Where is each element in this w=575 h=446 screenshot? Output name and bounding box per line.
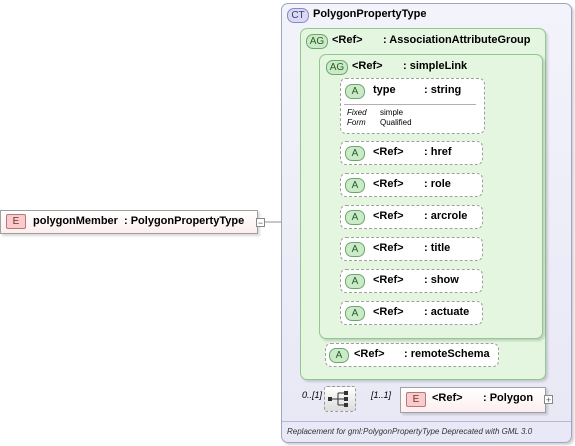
fixed-label: Fixed: [347, 108, 367, 117]
attribute-actuate-badge: A: [345, 306, 365, 321]
complex-type-name: PolygonPropertyType: [313, 8, 427, 20]
attribute-show-name: : show: [424, 274, 459, 286]
type-attribute-type: : string: [424, 84, 462, 96]
simple-link-badge: AG: [326, 60, 348, 75]
sequence-compositor[interactable]: [324, 386, 356, 412]
polygon-badge: E: [406, 392, 426, 407]
attribute-href-ref: <Ref>: [373, 146, 404, 158]
simple-link-ref: <Ref>: [352, 60, 383, 72]
footer-note: Replacement for gml:PolygonPropertyType …: [287, 427, 533, 436]
footer-divider: [282, 421, 571, 422]
attribute-title-badge: A: [345, 242, 365, 257]
remote-schema-ref: <Ref>: [354, 348, 385, 360]
attribute-href-name: : href: [424, 146, 452, 158]
polygon-cardinality: [1..1]: [371, 390, 392, 400]
polygon-expand-icon[interactable]: +: [544, 395, 553, 405]
attribute-role-ref: <Ref>: [373, 178, 404, 190]
complex-type-badge: CT: [287, 8, 309, 23]
attribute-role-badge: A: [345, 178, 365, 193]
attribute-show-ref: <Ref>: [373, 274, 404, 286]
polygon-ref: <Ref>: [432, 392, 463, 404]
association-group-name: : AssociationAttributeGroup: [383, 34, 531, 46]
form-value: Qualified: [380, 118, 412, 127]
attribute-arcrole-name: : arcrole: [424, 210, 468, 222]
sequence-icon: [328, 391, 348, 407]
remote-schema-name: : remoteSchema: [404, 348, 490, 360]
attribute-arcrole-badge: A: [345, 210, 365, 225]
attribute-actuate-ref: <Ref>: [373, 306, 404, 318]
remote-schema-badge: A: [329, 348, 349, 363]
root-element-name: polygonMember: [33, 215, 118, 227]
attribute-href-badge: A: [345, 146, 365, 161]
attribute-title-name: : title: [424, 242, 451, 254]
attribute-actuate-name: : actuate: [424, 306, 470, 318]
root-element-type: : PolygonPropertyType: [124, 215, 245, 227]
simple-link-name: : simpleLink: [403, 60, 468, 72]
type-attribute-badge: A: [345, 84, 365, 99]
root-element-badge: E: [6, 214, 26, 229]
type-attribute-divider: [344, 104, 476, 105]
association-group-badge: AG: [306, 34, 328, 49]
root-collapse-icon[interactable]: −: [256, 218, 265, 228]
type-attribute-name: type: [373, 84, 396, 96]
attribute-show-badge: A: [345, 274, 365, 289]
fixed-value: simple: [380, 108, 404, 117]
attribute-role-name: : role: [424, 178, 451, 190]
association-group-ref: <Ref>: [332, 34, 363, 46]
attribute-arcrole-ref: <Ref>: [373, 210, 404, 222]
attribute-title-ref: <Ref>: [373, 242, 404, 254]
form-label: Form: [347, 118, 366, 127]
sequence-cardinality: 0..[1]: [302, 390, 323, 400]
polygon-name: : Polygon: [483, 392, 534, 404]
